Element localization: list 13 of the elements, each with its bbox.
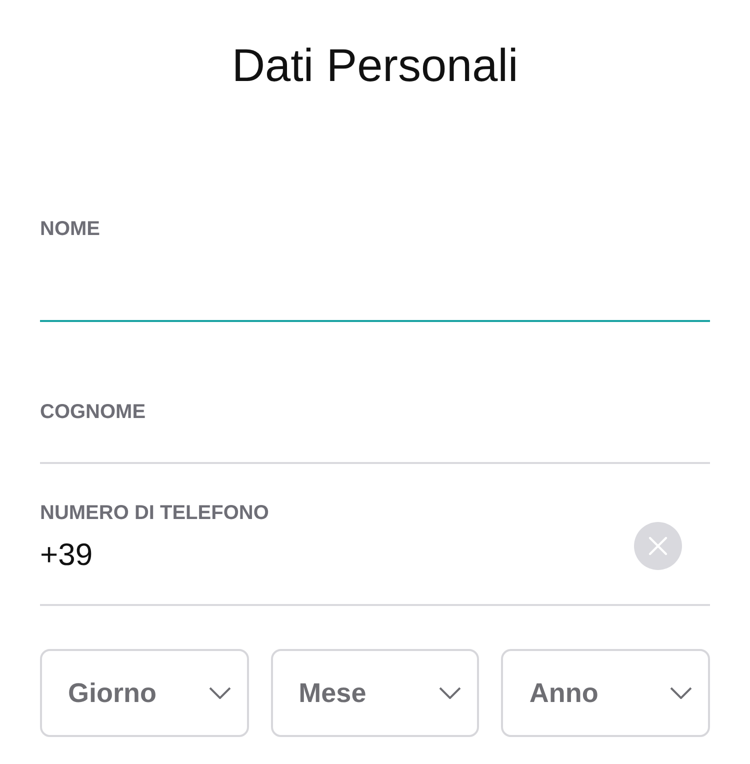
date-select[interactable]: Anno [501, 649, 710, 737]
clear-button[interactable] [634, 522, 682, 570]
field-label: NOME [40, 217, 100, 241]
chevron-down-icon [439, 687, 462, 699]
date-select[interactable]: Giorno [40, 649, 249, 737]
input-field[interactable]: +39 [40, 525, 600, 585]
field-label: COGNOME [40, 400, 146, 424]
field-label: NUMERO DI TELEFONO [40, 501, 269, 525]
chevron-down-icon [208, 687, 231, 699]
page-title: Dati Personali [232, 38, 518, 93]
close-icon [648, 536, 668, 556]
chevron-down-icon [670, 687, 692, 699]
date-select[interactable]: Mese [270, 649, 480, 737]
